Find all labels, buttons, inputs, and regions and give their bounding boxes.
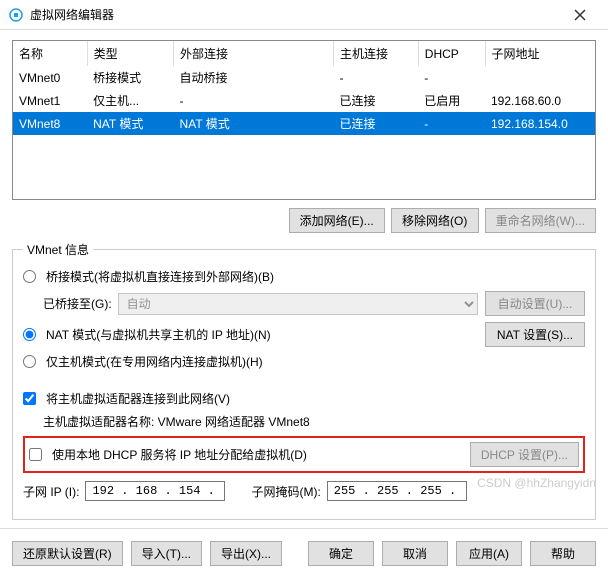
cell-name: VMnet0 bbox=[13, 66, 87, 89]
cell-name: VMnet8 bbox=[13, 112, 87, 135]
cell-dhcp: - bbox=[418, 66, 485, 89]
apply-button[interactable]: 应用(A) bbox=[456, 541, 522, 566]
app-logo bbox=[8, 7, 24, 23]
table-header-row: 名称 类型 外部连接 主机连接 DHCP 子网地址 bbox=[13, 41, 595, 66]
cell-dhcp: 已启用 bbox=[418, 89, 485, 112]
cell-name: VMnet1 bbox=[13, 89, 87, 112]
cell-type: 桥接模式 bbox=[87, 66, 173, 89]
hostonly-radio[interactable] bbox=[23, 355, 36, 368]
hostonly-label: 仅主机模式(在专用网络内连接虚拟机)(H) bbox=[46, 353, 263, 370]
col-type[interactable]: 类型 bbox=[87, 41, 173, 66]
dhcp-highlight: 使用本地 DHCP 服务将 IP 地址分配给虚拟机(D) DHCP 设置(P).… bbox=[23, 436, 585, 473]
rename-network-button: 重命名网络(W)... bbox=[485, 208, 596, 233]
remove-network-button[interactable]: 移除网络(O) bbox=[391, 208, 479, 233]
cell-host: 已连接 bbox=[334, 89, 419, 112]
network-table: 名称 类型 外部连接 主机连接 DHCP 子网地址 VMnet0桥接模式自动桥接… bbox=[12, 40, 596, 200]
vmnet-info-group: VMnet 信息 桥接模式(将虚拟机直接连接到外部网络)(B) 已桥接至(G):… bbox=[12, 241, 596, 520]
cell-host: 已连接 bbox=[334, 112, 419, 135]
nat-settings-button[interactable]: NAT 设置(S)... bbox=[485, 322, 585, 347]
auto-settings-button: 自动设置(U)... bbox=[485, 291, 585, 316]
titlebar: 虚拟网络编辑器 bbox=[0, 0, 608, 30]
col-subnet[interactable]: 子网地址 bbox=[485, 41, 595, 66]
nat-radio[interactable] bbox=[23, 328, 36, 341]
use-dhcp-check[interactable] bbox=[29, 448, 42, 461]
subnet-ip-input[interactable] bbox=[85, 481, 225, 501]
import-button[interactable]: 导入(T)... bbox=[131, 541, 202, 566]
cell-ext: - bbox=[174, 89, 334, 112]
col-name[interactable]: 名称 bbox=[13, 41, 87, 66]
cell-subnet: 192.168.60.0 bbox=[485, 89, 595, 112]
nat-label: NAT 模式(与虚拟机共享主机的 IP 地址)(N) bbox=[46, 326, 271, 343]
bridge-to-label: 已桥接至(G): bbox=[43, 295, 112, 312]
bridge-to-select: 自动 bbox=[118, 293, 478, 315]
col-dhcp[interactable]: DHCP bbox=[418, 41, 485, 66]
use-dhcp-label: 使用本地 DHCP 服务将 IP 地址分配给虚拟机(D) bbox=[52, 446, 307, 463]
table-row[interactable]: VMnet0桥接模式自动桥接-- bbox=[13, 66, 595, 89]
table-row[interactable]: VMnet1仅主机...-已连接已启用192.168.60.0 bbox=[13, 89, 595, 112]
close-icon[interactable] bbox=[560, 0, 600, 30]
cancel-button[interactable]: 取消 bbox=[382, 541, 448, 566]
subnet-mask-label: 子网掩码(M): bbox=[251, 483, 320, 500]
help-button[interactable]: 帮助 bbox=[530, 541, 596, 566]
bridge-radio[interactable] bbox=[23, 270, 36, 283]
cell-dhcp: - bbox=[418, 112, 485, 135]
cell-subnet bbox=[485, 66, 595, 89]
subnet-ip-label: 子网 IP (I): bbox=[23, 483, 79, 500]
add-network-button[interactable]: 添加网络(E)... bbox=[289, 208, 385, 233]
group-title: VMnet 信息 bbox=[23, 241, 93, 258]
cell-subnet: 192.168.154.0 bbox=[485, 112, 595, 135]
table-row[interactable]: VMnet8NAT 模式NAT 模式已连接-192.168.154.0 bbox=[13, 112, 595, 135]
dhcp-settings-button: DHCP 设置(P)... bbox=[470, 442, 579, 467]
export-button[interactable]: 导出(X)... bbox=[210, 541, 282, 566]
restore-defaults-button[interactable]: 还原默认设置(R) bbox=[12, 541, 123, 566]
subnet-mask-input[interactable] bbox=[327, 481, 467, 501]
connect-host-label: 将主机虚拟适配器连接到此网络(V) bbox=[46, 390, 230, 407]
bridge-label: 桥接模式(将虚拟机直接连接到外部网络)(B) bbox=[46, 268, 274, 285]
cell-ext: 自动桥接 bbox=[174, 66, 334, 89]
connect-host-check[interactable] bbox=[23, 392, 36, 405]
col-host[interactable]: 主机连接 bbox=[334, 41, 419, 66]
cell-ext: NAT 模式 bbox=[174, 112, 334, 135]
host-adapter-name: 主机虚拟适配器名称: VMware 网络适配器 VMnet8 bbox=[43, 413, 310, 430]
col-ext[interactable]: 外部连接 bbox=[174, 41, 334, 66]
ok-button[interactable]: 确定 bbox=[308, 541, 374, 566]
footer: 还原默认设置(R) 导入(T)... 导出(X)... 确定 取消 应用(A) … bbox=[0, 533, 608, 578]
window-title: 虚拟网络编辑器 bbox=[30, 6, 560, 23]
cell-type: NAT 模式 bbox=[87, 112, 173, 135]
cell-type: 仅主机... bbox=[87, 89, 173, 112]
cell-host: - bbox=[334, 66, 419, 89]
